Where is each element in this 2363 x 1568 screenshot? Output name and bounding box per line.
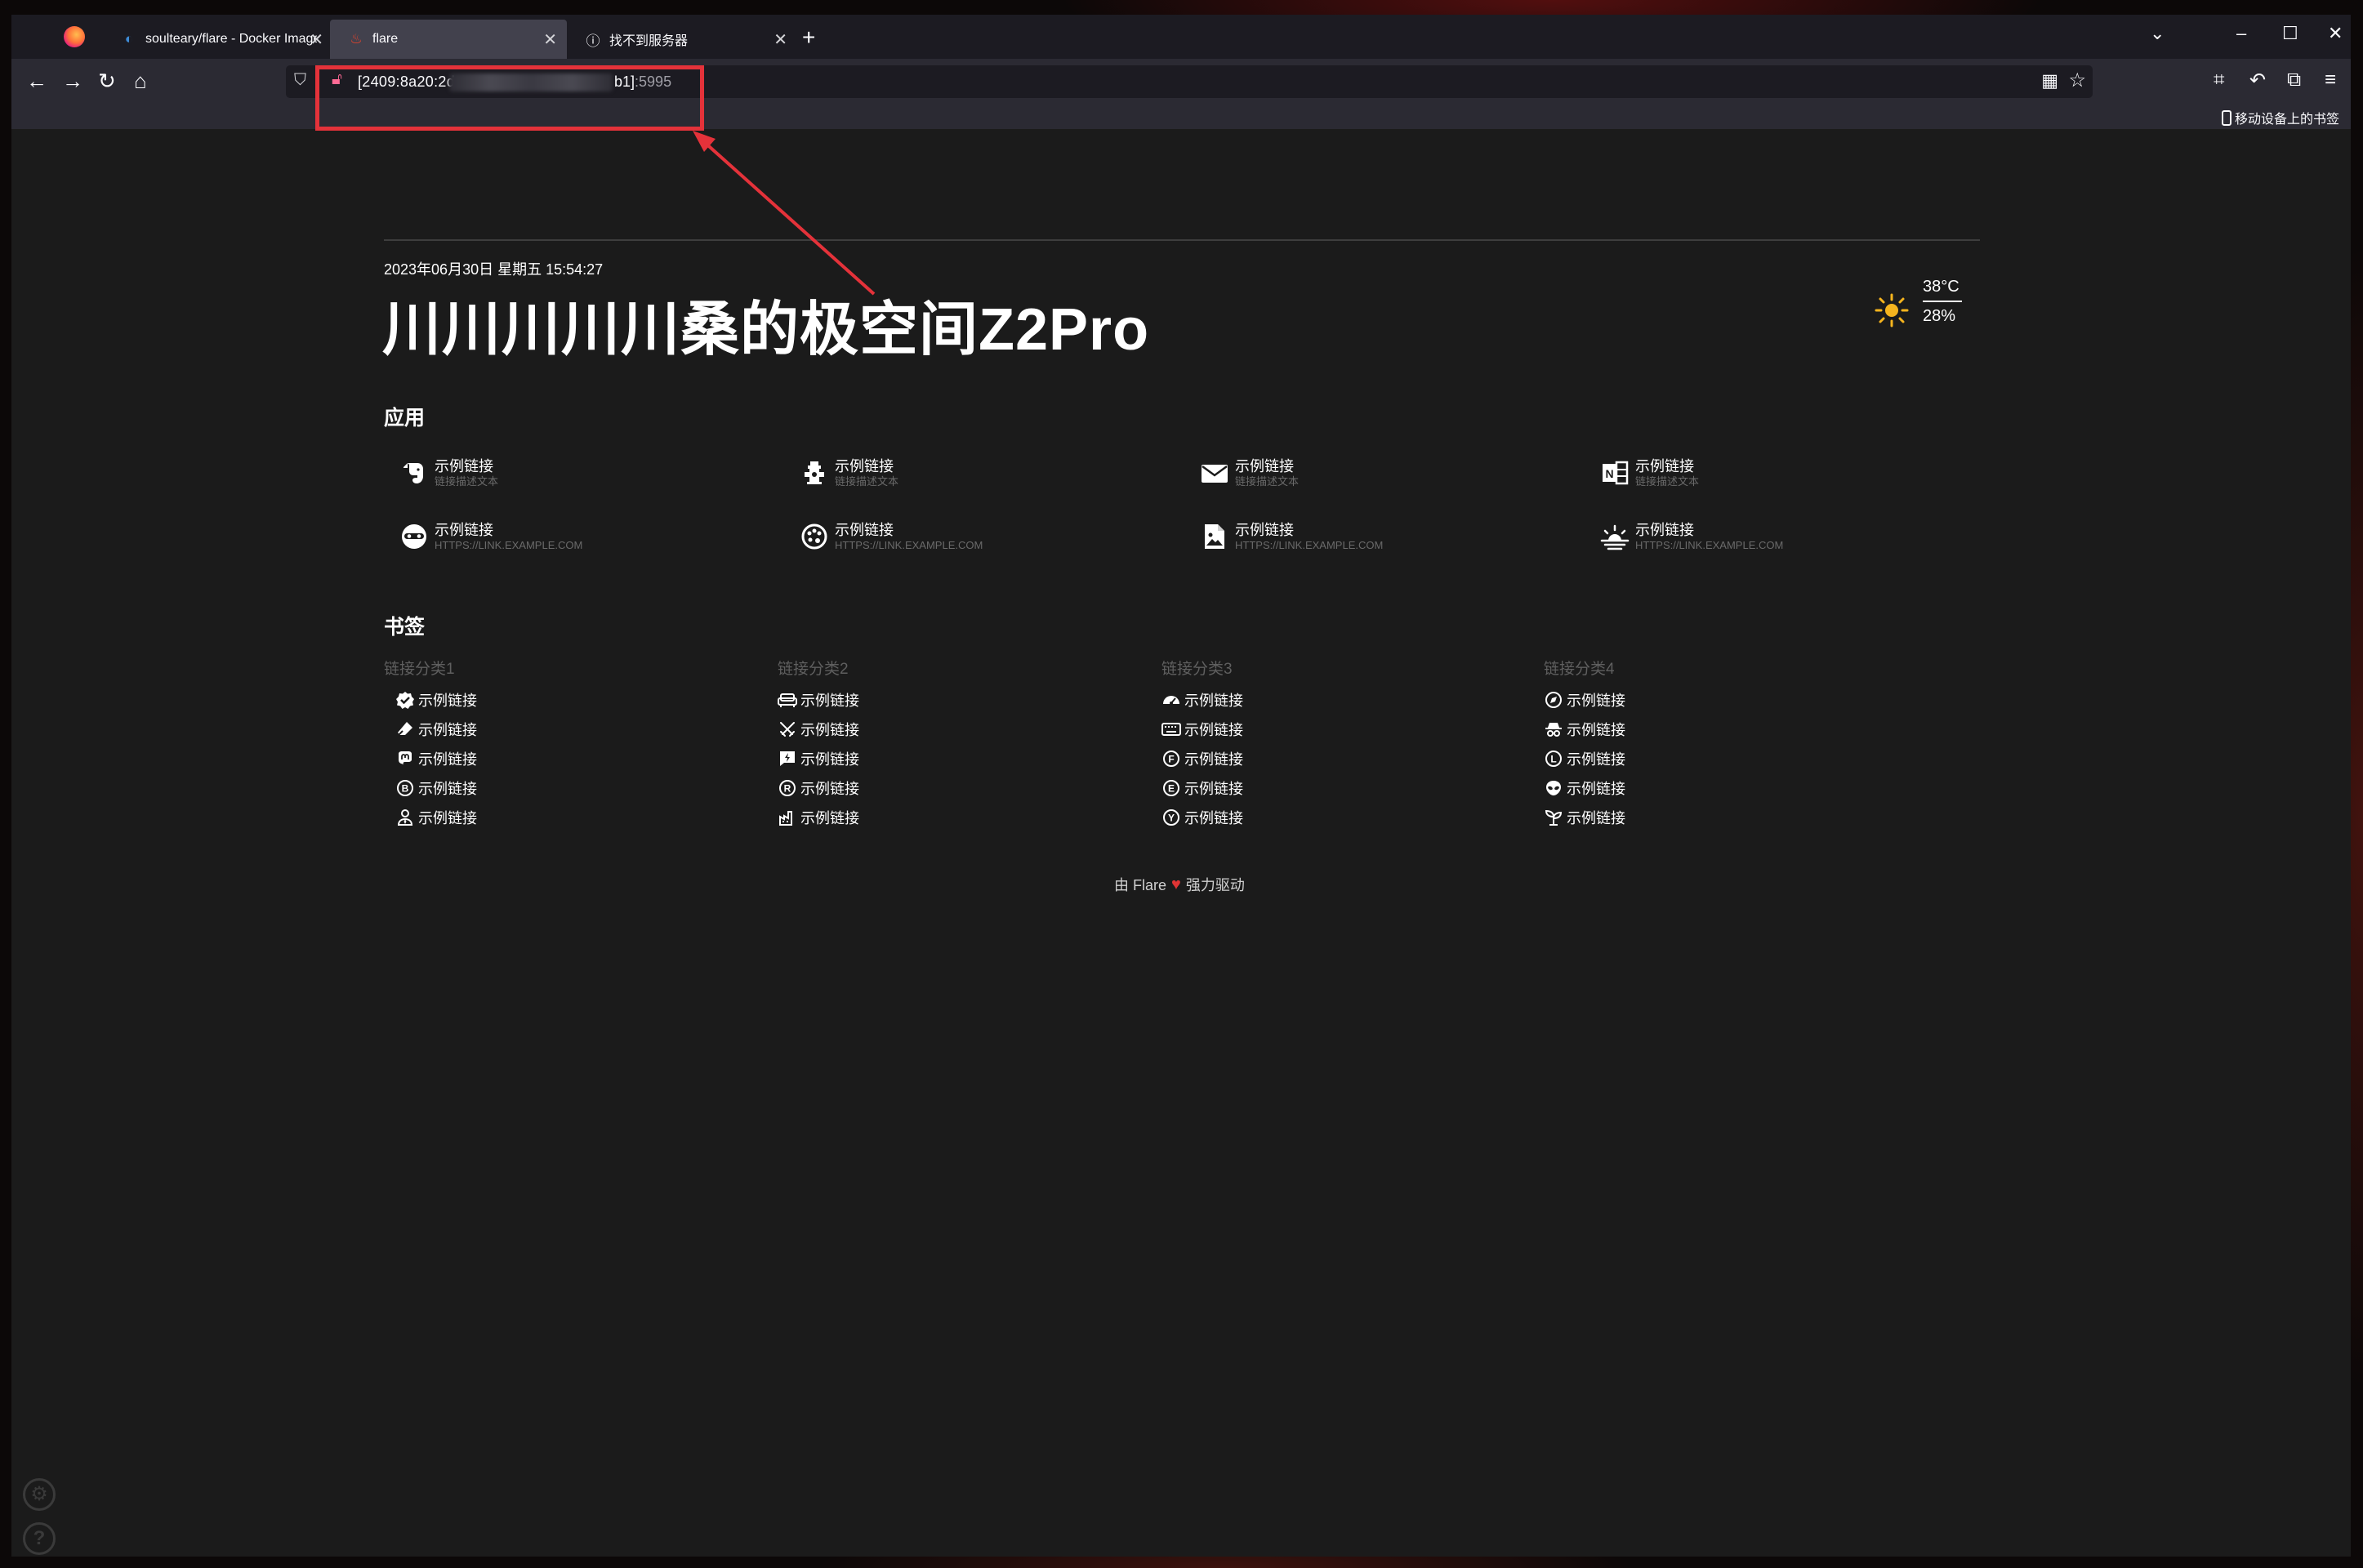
annotation-arrow [693, 131, 876, 296]
